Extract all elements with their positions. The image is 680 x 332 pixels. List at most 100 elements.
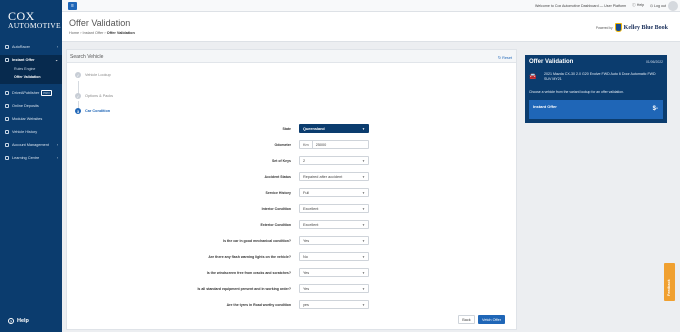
form-row-odometer: Odometer Km 25000 <box>187 140 447 150</box>
sidebar-item-vehicle-history[interactable]: Vehicle History <box>0 127 62 136</box>
form-row-service: Service History Full ▼ <box>187 188 447 198</box>
chevron-right-icon: › <box>56 44 58 49</box>
car-icon <box>5 44 9 49</box>
warning-lights-select[interactable]: No ▼ <box>299 252 369 261</box>
field-label: Accident Status <box>264 175 291 179</box>
field-label: Is all standard equipment present and in… <box>197 287 291 291</box>
card-title: Search Vehicle <box>70 54 104 60</box>
instant-offer-label: Instant Offer <box>533 104 557 109</box>
caret-down-icon: ▼ <box>362 287 365 291</box>
sidebar-item-learning-centre[interactable]: Learning Centre › <box>0 153 62 162</box>
chevron-right-icon: › <box>56 155 58 160</box>
step-car-condition[interactable]: 3 Car Condition <box>75 108 110 114</box>
interior-condition-select[interactable]: Excellent ▼ <box>299 204 369 213</box>
back-button[interactable]: Back <box>458 315 475 324</box>
field-value: Repaired after accident <box>303 174 343 179</box>
field-label: Is the windscreen free from cracks and s… <box>206 271 291 275</box>
step-vehicle-lookup[interactable]: ✓ Vehicle Lookup <box>75 72 111 78</box>
field-label: Are there any flash warning lights on th… <box>208 255 291 259</box>
field-label: Are the tyres in Road worthy condition <box>226 303 291 307</box>
logout-link[interactable]: ⏻ Log out <box>650 4 666 8</box>
field-value: No <box>303 254 308 259</box>
feedback-tab[interactable]: Feedback <box>664 263 675 301</box>
field-value: Yes <box>303 238 310 243</box>
sidebar-item-drivepublisher[interactable]: DriveAPublisher PRO <box>0 88 62 97</box>
sidebar-subitem-offer-validation[interactable]: Offer Validation <box>0 73 62 81</box>
sidebar-item-label: DriveAPublisher <box>12 90 40 95</box>
caret-down-icon: ▼ <box>362 191 365 195</box>
keys-select[interactable]: 2 ▼ <box>299 156 369 165</box>
caret-down-icon: ▼ <box>362 207 365 211</box>
field-label: Service History <box>265 191 292 195</box>
caret-down-icon: ▼ <box>362 223 365 227</box>
page-header: Offer Validation Home › Instant Offer › … <box>62 12 680 42</box>
page-title: Offer Validation <box>69 18 131 28</box>
reset-button[interactable]: ↻ Reset <box>498 55 512 60</box>
avatar[interactable] <box>668 1 678 11</box>
field-value: Full <box>303 190 310 195</box>
kbb-brand: Kelley Blue Book <box>623 24 668 31</box>
panel-title: Offer Validation <box>529 59 574 65</box>
form-row-warning-lights: Are there any flash warning lights on th… <box>187 252 447 262</box>
breadcrumb-home[interactable]: Home <box>69 31 79 35</box>
vehicle-description: 2021 Mazda CX-30 2.0 G20 Evolve FWD Auto… <box>544 72 656 81</box>
windscreen-select[interactable]: Yes ▼ <box>299 268 369 277</box>
field-label: Set of Keys <box>271 159 291 163</box>
help-icon: ? <box>8 318 14 324</box>
odometer-input[interactable]: Km 25000 <box>299 140 369 149</box>
help-button[interactable]: ? Help <box>8 318 29 324</box>
vetch-offer-button[interactable]: Vetch Offer <box>478 315 505 324</box>
step-number: 3 <box>75 108 81 114</box>
powered-by-kbb: Powered by Kelley Blue Book <box>596 23 668 32</box>
logo-line2: AUTOMOTIVE <box>8 21 61 30</box>
panel-date: 01/06/2022 <box>646 60 663 64</box>
field-value: Excellent <box>303 222 319 227</box>
car-icon: 🚘 <box>529 74 537 80</box>
sidebar-item-autoracer[interactable]: AutoRacer › <box>0 42 62 51</box>
form-row-exterior: Exterior Condition Excellent ▼ <box>187 220 447 230</box>
form-row-mechanical: Is the car in good mechanical condition?… <box>187 236 447 246</box>
caret-down-icon: ▼ <box>362 127 365 131</box>
cox-automotive-logo[interactable]: COX AUTOMOTIVE <box>8 10 61 30</box>
exterior-condition-select[interactable]: Excellent ▼ <box>299 220 369 229</box>
tyres-select[interactable]: yes ▼ <box>299 300 369 309</box>
sidebar-item-account-management[interactable]: Account Management › <box>0 140 62 149</box>
learning-icon <box>5 155 9 160</box>
mechanical-condition-select[interactable]: Yes ▼ <box>299 236 369 245</box>
service-history-select[interactable]: Full ▼ <box>299 188 369 197</box>
sidebar-nav: AutoRacer › Instant Offer ⌄ Rules Engine… <box>0 42 62 166</box>
equipment-select[interactable]: Yes ▼ <box>299 284 369 293</box>
form-row-windscreen: Is the windscreen free from cracks and s… <box>187 268 447 278</box>
field-label: Interior Condition <box>261 207 291 211</box>
caret-down-icon: ▼ <box>362 159 365 163</box>
feedback-label: Feedback <box>667 279 671 296</box>
menu-toggle-button[interactable]: ≡ <box>68 2 77 10</box>
form-row-tyres: Are the tyres in Road worthy condition y… <box>187 300 447 310</box>
caret-down-icon: ▼ <box>362 255 365 259</box>
instant-offer-value: $- <box>652 106 658 112</box>
card-header: Search Vehicle ↻ Reset <box>67 50 516 63</box>
kbb-logo-icon <box>614 23 622 32</box>
help-link[interactable]: ⓘ Help <box>632 3 644 8</box>
step-check-icon: ✓ <box>75 72 81 78</box>
form-row-state: State Queensland ▼ <box>187 124 447 134</box>
sidebar-item-online-deposits[interactable]: Online Deposits <box>0 101 62 110</box>
hamburger-icon: ≡ <box>71 3 74 9</box>
accident-status-select[interactable]: Repaired after accident ▼ <box>299 172 369 181</box>
welcome-text: Welcome to Cox Automotive Dashboard — Us… <box>534 3 627 8</box>
instant-offer-box: Instant Offer $- <box>529 100 663 119</box>
step-label: Vehicle Lookup <box>85 73 111 77</box>
field-label: Exterior Condition <box>260 223 291 227</box>
breadcrumb-instant-offer[interactable]: Instant Offer <box>83 31 104 35</box>
field-label: Is the car in good mechanical condition? <box>223 239 291 243</box>
field-value: Yes <box>303 286 310 291</box>
sidebar-item-modular-websites[interactable]: Modular Websites <box>0 114 62 123</box>
step-options-packs[interactable]: ✓ Options & Packs <box>75 93 113 99</box>
state-select[interactable]: Queensland ▼ <box>299 124 369 133</box>
sidebar-item-instant-offer[interactable]: Instant Offer ⌄ <box>0 55 62 64</box>
offer-validation-panel: Offer Validation 01/06/2022 🚘 2021 Mazda… <box>525 55 667 123</box>
sidebar-subitem-rules-engine[interactable]: Rules Engine <box>0 65 62 73</box>
sidebar-item-label: Online Deposits <box>12 103 39 108</box>
pro-badge: PRO <box>41 89 52 96</box>
field-value: Yes <box>303 270 310 275</box>
